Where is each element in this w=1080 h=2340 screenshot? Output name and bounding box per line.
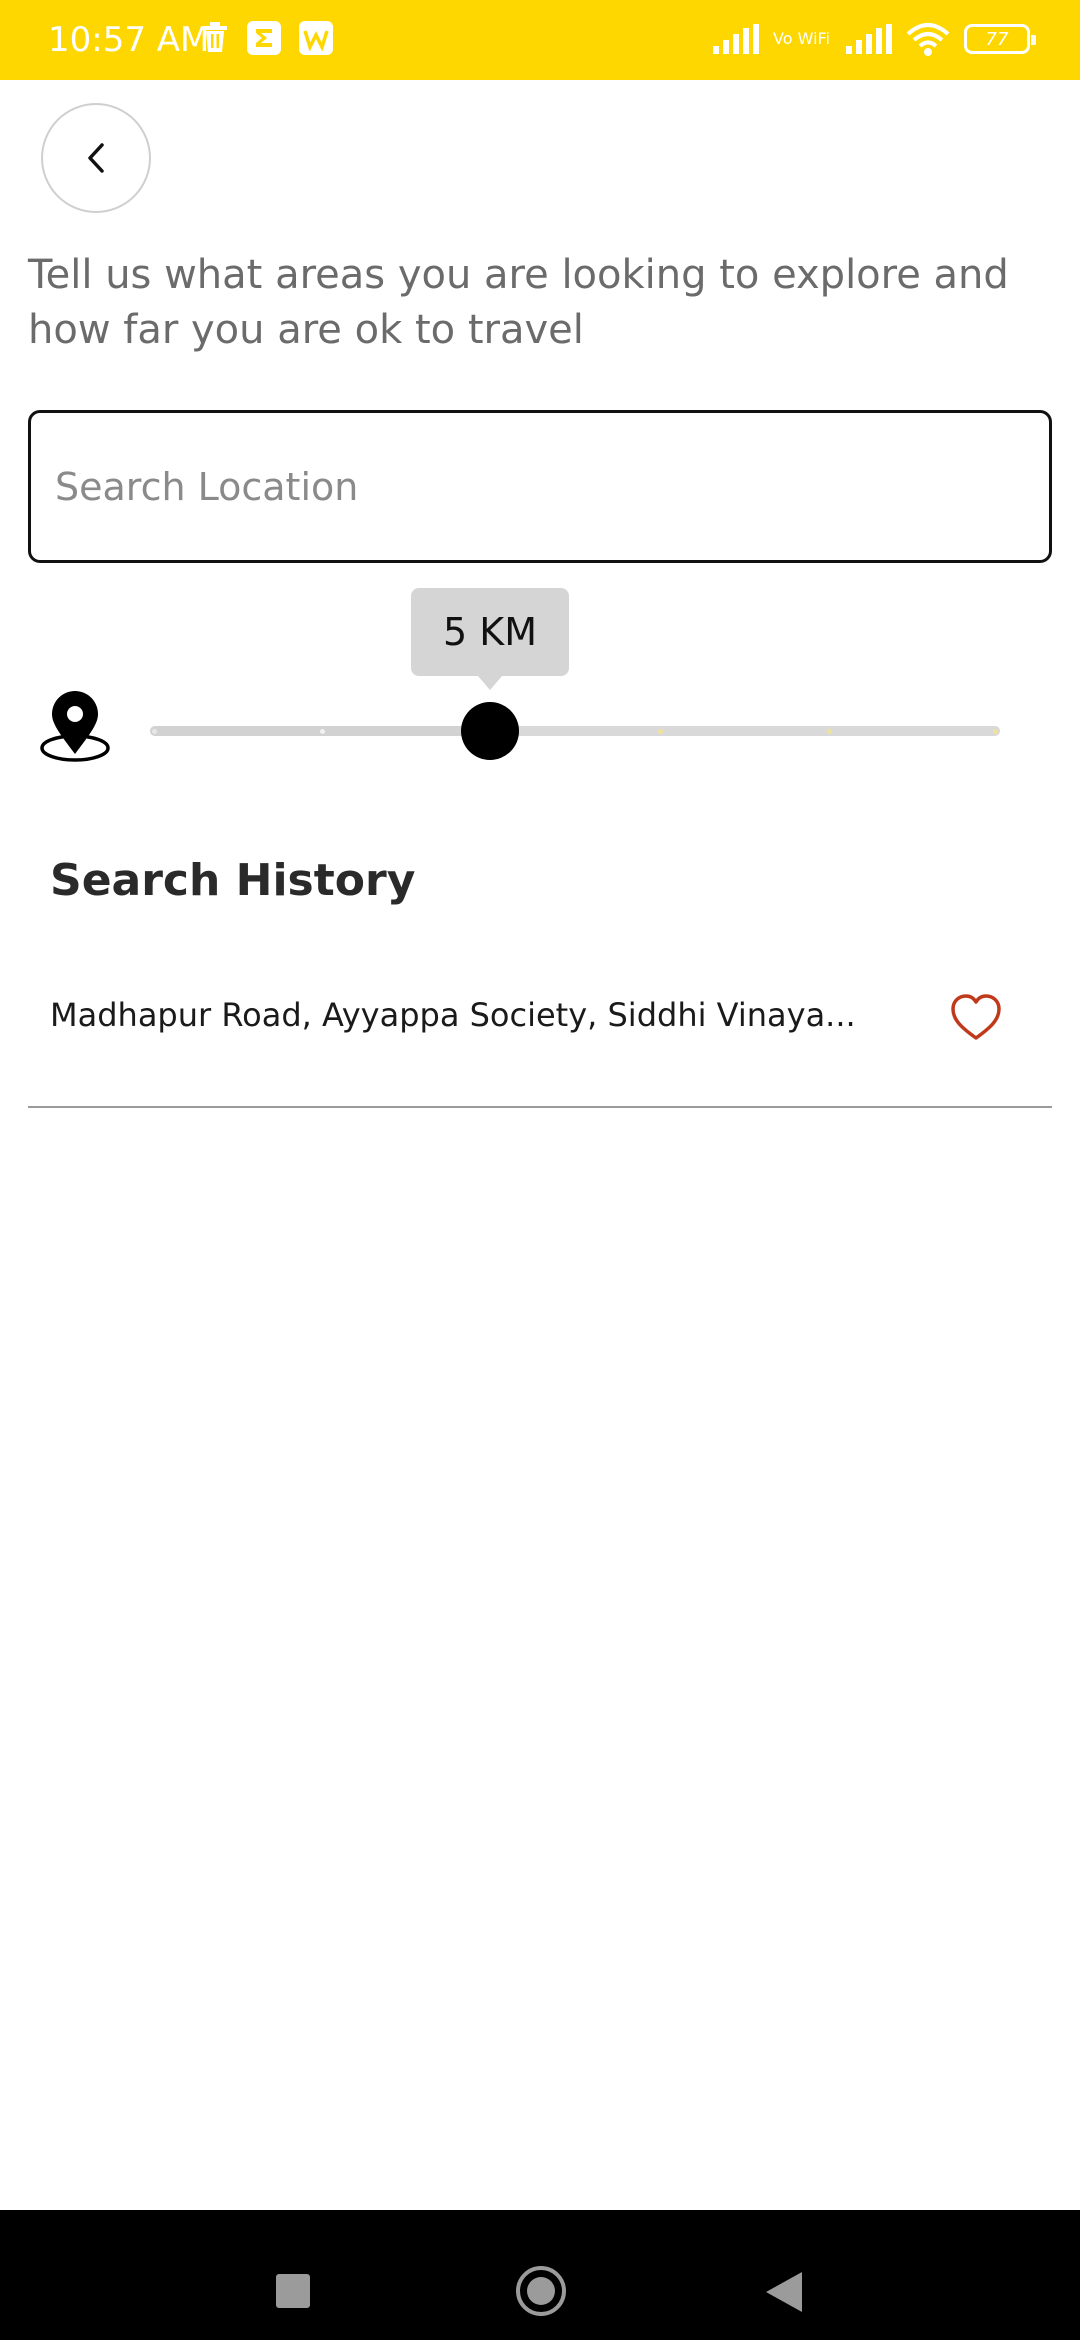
- system-nav-bar: [0, 2210, 1080, 2340]
- triangle-back-icon[interactable]: [766, 2272, 802, 2312]
- search-location-input[interactable]: [55, 413, 1025, 560]
- status-bar: 10:57 AM Vo WiFi 77: [0, 0, 1080, 80]
- status-time: 10:57 AM: [48, 20, 210, 60]
- cell-signal-2-icon: [846, 24, 892, 54]
- vowifi-label: Vo WiFi: [773, 29, 830, 48]
- wps-office-icon: [299, 21, 333, 55]
- wifi-icon: [906, 23, 950, 56]
- slider-tick: [827, 729, 832, 734]
- favorite-button[interactable]: [948, 990, 1004, 1046]
- distance-label: 5 KM: [443, 610, 537, 654]
- circle-icon[interactable]: [516, 2266, 566, 2316]
- intro-text: Tell us what areas you are looking to ex…: [28, 252, 1009, 353]
- battery-indicator: 77: [964, 24, 1036, 54]
- distance-slider-track[interactable]: [150, 702, 1000, 760]
- search-history-title: Search History: [50, 855, 416, 906]
- search-location-box[interactable]: [28, 410, 1052, 563]
- cell-signal-icon: [713, 24, 760, 54]
- slider-tick: [152, 729, 157, 734]
- slider-tick: [320, 729, 325, 734]
- chevron-left-icon: [88, 143, 104, 173]
- search-history-text: Madhapur Road, Ayyappa Society, Siddhi V…: [50, 996, 856, 1034]
- sigma-app-icon: [247, 21, 281, 55]
- slider-tick: [658, 729, 663, 734]
- distance-tooltip: 5 KM: [411, 588, 569, 690]
- search-history-item[interactable]: Madhapur Road, Ayyappa Society, Siddhi V…: [28, 960, 1052, 1108]
- status-system-icons: Vo WiFi 77: [711, 22, 1036, 56]
- location-pin-icon: [40, 691, 110, 762]
- back-button[interactable]: [41, 103, 151, 213]
- heart-outline-icon: [951, 994, 1001, 1040]
- trash-icon: [203, 22, 227, 52]
- status-notification-icons: [200, 20, 334, 56]
- distance-slider-thumb[interactable]: [461, 702, 519, 760]
- battery-level: 77: [985, 28, 1009, 50]
- square-icon[interactable]: [276, 2274, 310, 2308]
- slider-tick: [993, 729, 998, 734]
